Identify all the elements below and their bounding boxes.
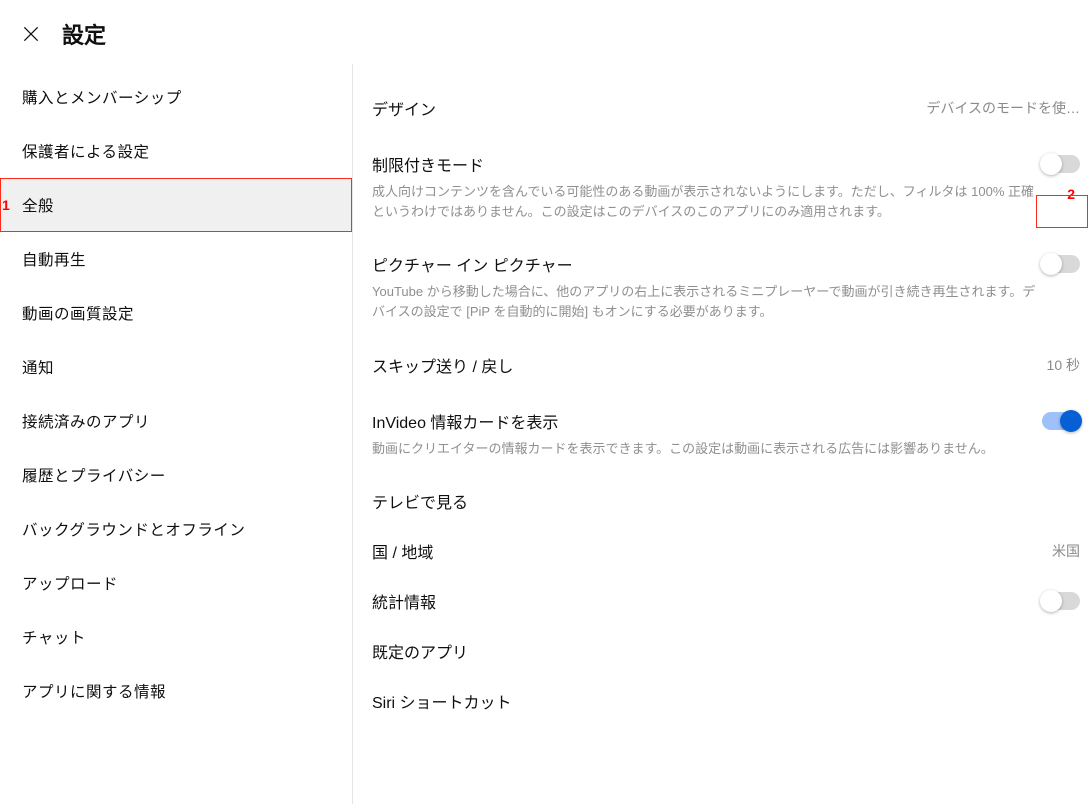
sidebar-item-general[interactable]: 全般 (0, 178, 352, 232)
annotation-1: 1 (2, 197, 10, 213)
annotation-2: 2 (1067, 186, 1075, 202)
sidebar-item-parental[interactable]: 保護者による設定 (0, 124, 352, 178)
siri-label: Siri ショートカット (372, 689, 512, 713)
skip-value: 10 秒 (1047, 355, 1080, 375)
design-value: デバイスのモードを使… (926, 98, 1080, 118)
sidebar-item-upload[interactable]: アップロード (0, 556, 352, 610)
sidebar-item-purchases[interactable]: 購入とメンバーシップ (0, 70, 352, 124)
pip-desc: YouTube から移動した場合に、他のアプリの右上に表示されるミニプレーヤーで… (369, 282, 1049, 332)
stats-label: 統計情報 (372, 589, 436, 613)
row-default-app[interactable]: 既定のアプリ (369, 625, 1083, 675)
sidebar-item-quality[interactable]: 動画の画質設定 (0, 286, 352, 340)
row-restricted: 制限付きモード (369, 138, 1083, 182)
page-title: 設定 (62, 18, 106, 50)
row-country[interactable]: 国 / 地域 米国 (369, 525, 1083, 575)
invideo-toggle[interactable] (1042, 412, 1080, 430)
pip-label: ピクチャー イン ピクチャー (372, 252, 573, 276)
stats-toggle[interactable] (1042, 592, 1080, 610)
sidebar-item-autoplay[interactable]: 自動再生 (0, 232, 352, 286)
country-label: 国 / 地域 (372, 539, 433, 563)
country-value: 米国 (1052, 541, 1080, 561)
invideo-label: InVideo 情報カードを表示 (372, 409, 558, 433)
row-stats: 統計情報 (369, 575, 1083, 625)
row-design[interactable]: デザイン デバイスのモードを使… (369, 82, 1083, 132)
restricted-toggle[interactable] (1042, 155, 1080, 173)
row-pip: ピクチャー イン ピクチャー (369, 238, 1083, 282)
row-skip[interactable]: スキップ送り / 戻し 10 秒 (369, 339, 1083, 389)
tv-label: テレビで見る (372, 489, 468, 513)
row-tv[interactable]: テレビで見る (369, 475, 1083, 525)
invideo-desc: 動画にクリエイターの情報カードを表示できます。この設定は動画に表示される広告には… (369, 439, 1049, 469)
row-invideo: InVideo 情報カードを表示 (369, 395, 1083, 439)
restricted-desc: 成人向けコンテンツを含んでいる可能性のある動画が表示されないようにします。ただし… (369, 182, 1049, 232)
sidebar-item-connected-apps[interactable]: 接続済みのアプリ (0, 394, 352, 448)
sidebar-item-chat[interactable]: チャット (0, 610, 352, 664)
sidebar-item-notifications[interactable]: 通知 (0, 340, 352, 394)
default-app-label: 既定のアプリ (372, 639, 468, 663)
sidebar-item-offline[interactable]: バックグラウンドとオフライン (0, 502, 352, 556)
row-siri[interactable]: Siri ショートカット (369, 675, 1083, 725)
skip-label: スキップ送り / 戻し (372, 353, 513, 377)
design-label: デザイン (372, 96, 436, 120)
content: 2 デザイン デバイスのモードを使… 制限付きモード 成人向けコンテンツを含んで… (353, 64, 1091, 804)
sidebar-item-about[interactable]: アプリに関する情報 (0, 664, 352, 718)
close-button[interactable] (20, 23, 42, 45)
restricted-label: 制限付きモード (372, 152, 484, 176)
pip-toggle[interactable] (1042, 255, 1080, 273)
sidebar-item-privacy[interactable]: 履歴とプライバシー (0, 448, 352, 502)
close-icon (21, 24, 41, 44)
sidebar: 購入とメンバーシップ 保護者による設定 全般 自動再生 動画の画質設定 通知 接… (0, 64, 353, 804)
header: 設定 (0, 0, 1091, 64)
